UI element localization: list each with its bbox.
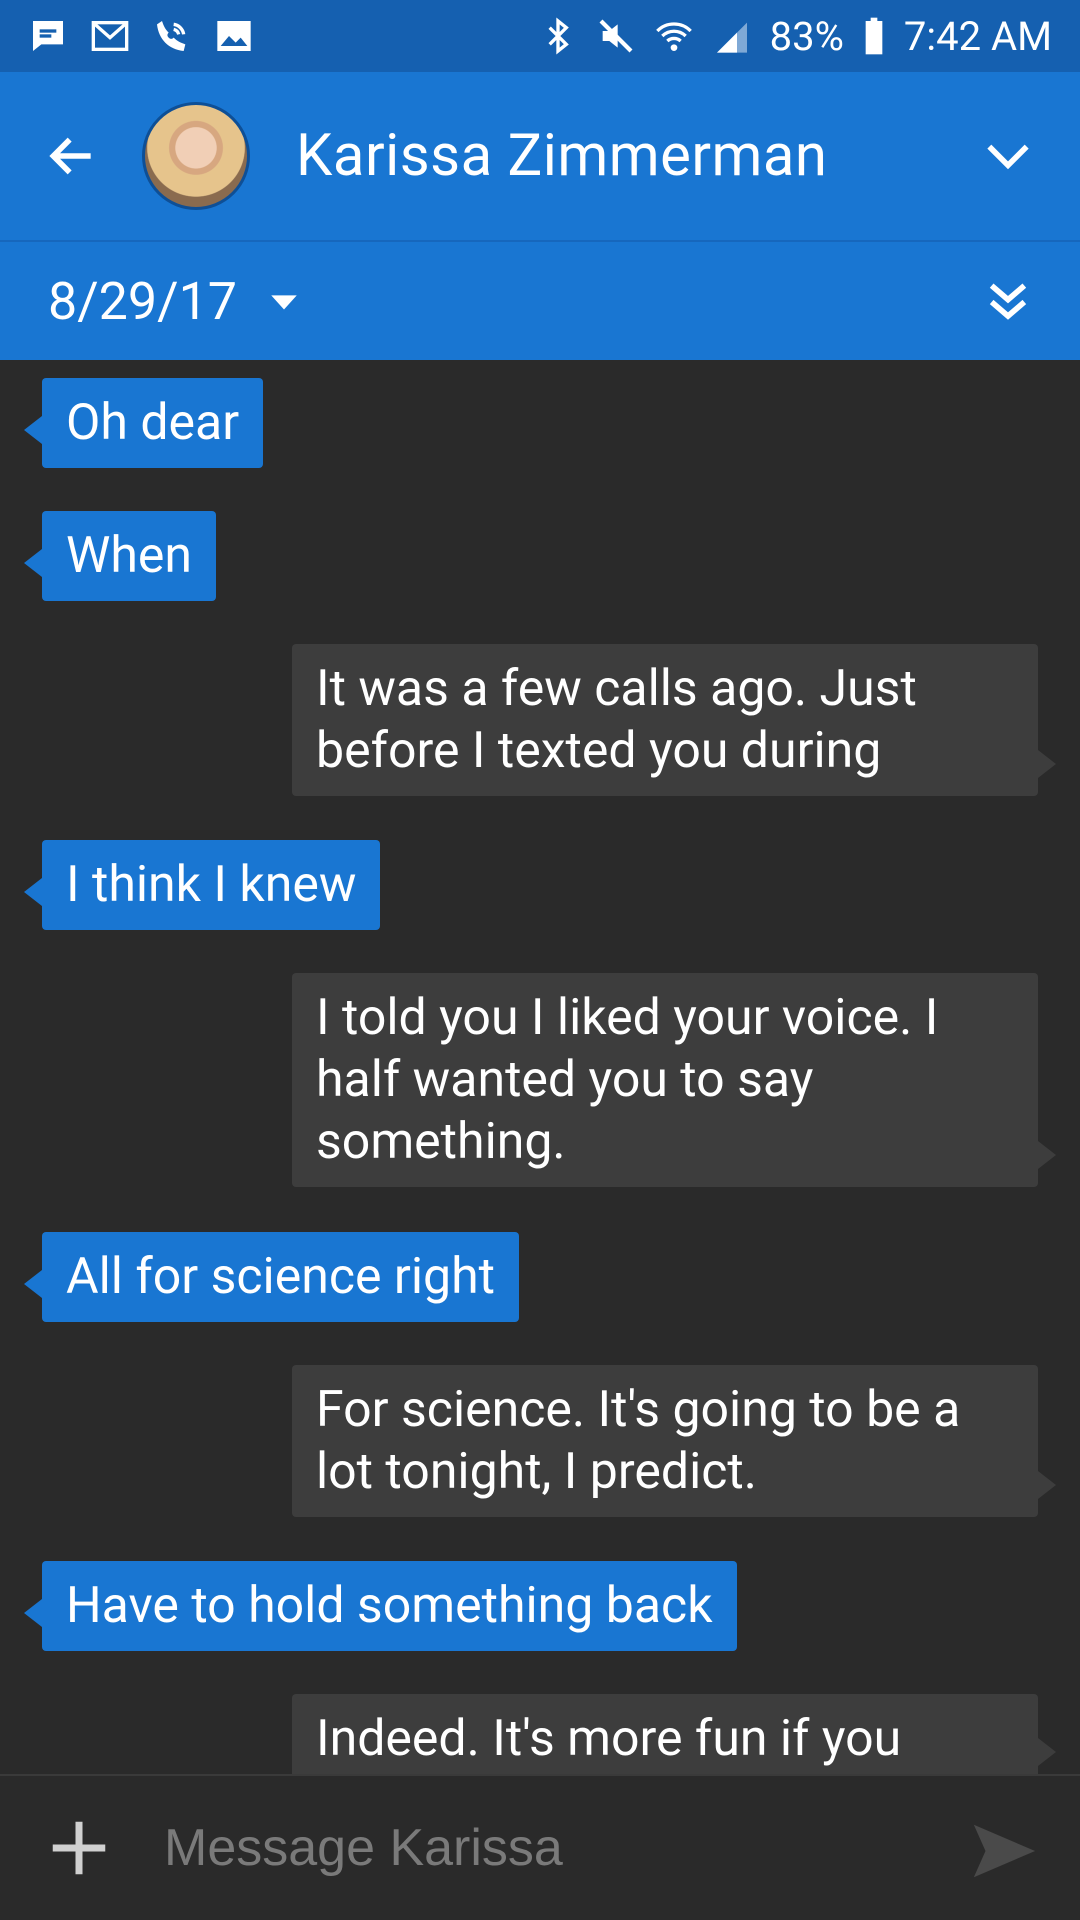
back-button[interactable] [42, 126, 102, 186]
message-bubble-incoming[interactable]: I think I knew [23, 840, 381, 930]
conversation-header: Karissa Zimmerman [0, 72, 1080, 240]
signal-icon [712, 16, 752, 56]
battery-icon [862, 16, 886, 56]
message-bubble-outgoing[interactable]: It was a few calls ago. Just before I te… [292, 644, 1056, 796]
date-bar: 8/29/17 [0, 240, 1080, 360]
gmail-icon [90, 16, 130, 56]
image-notification-icon [214, 16, 254, 56]
message-bubble-incoming[interactable]: All for science right [23, 1232, 520, 1322]
back-arrow-icon [49, 137, 91, 175]
caret-down-icon[interactable] [267, 284, 301, 318]
message-bubble-outgoing[interactable]: Indeed. It's more fun if you [292, 1694, 1056, 1774]
battery-percent: 83% [769, 12, 844, 60]
message-bubble-incoming[interactable]: Have to hold something back [24, 1561, 737, 1651]
chevron-down-icon [987, 144, 1029, 170]
status-left-icons [28, 16, 254, 56]
status-time: 7:42 AM [903, 12, 1052, 60]
wifi-icon [654, 16, 694, 56]
message-bubble-incoming[interactable]: Oh dear [23, 378, 264, 468]
add-attachment-icon[interactable] [44, 1813, 114, 1883]
message-list[interactable]: Oh dear When It was a few calls ago. Jus… [0, 360, 1080, 1774]
message-input[interactable] [164, 1803, 924, 1893]
contact-name[interactable]: Karissa Zimmerman [296, 122, 827, 190]
wifi-calling-icon [152, 16, 192, 56]
double-chevron-down-icon [989, 283, 1027, 320]
contact-avatar[interactable] [142, 102, 250, 210]
message-bubble-incoming[interactable]: When [23, 511, 217, 601]
message-bubble-outgoing[interactable]: I told you I liked your voice. I half wa… [292, 973, 1056, 1187]
send-icon[interactable] [968, 1816, 1038, 1886]
message-bubble-outgoing[interactable]: For science. It's going to be a lot toni… [292, 1365, 1056, 1517]
mute-icon [596, 16, 636, 56]
message-notification-icon [28, 16, 68, 56]
status-right: 83% 7:42 AM [538, 13, 1052, 60]
date-selector[interactable]: 8/29/17 [48, 271, 237, 332]
header-expand-button[interactable] [980, 128, 1036, 184]
status-bar: 83% 7:42 AM [0, 0, 1080, 72]
message-composer [0, 1774, 1080, 1920]
bluetooth-icon [538, 16, 578, 56]
jump-to-bottom-button[interactable] [980, 274, 1036, 330]
